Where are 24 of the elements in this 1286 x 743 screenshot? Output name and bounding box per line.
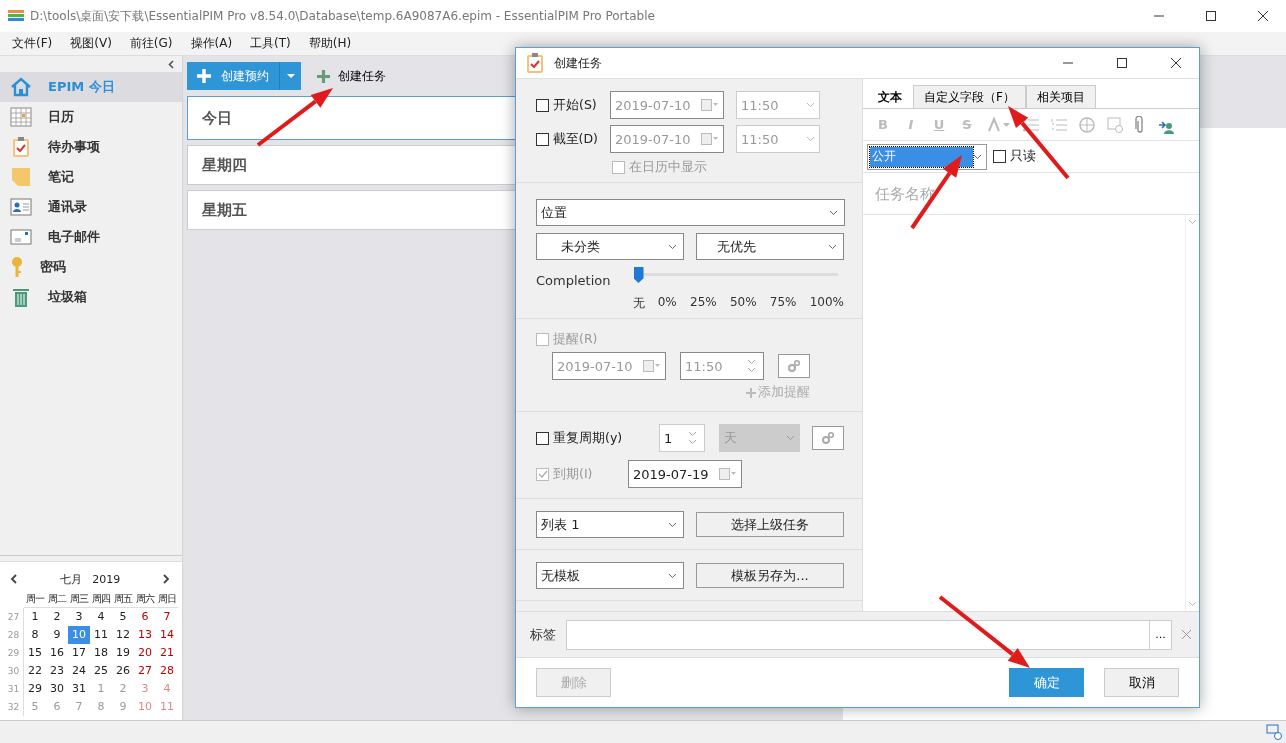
slider-tick-label: 无 <box>632 295 645 312</box>
slider-tick-label: 0% <box>657 295 677 311</box>
week-number: 32 <box>4 698 24 716</box>
weekday-label: 周日 <box>156 590 178 608</box>
slider-tick-label: 50% <box>729 295 757 311</box>
weekday-label: 周六 <box>134 590 156 608</box>
weekday-label: 周二 <box>46 590 68 608</box>
completion-label: Completion <box>536 273 612 288</box>
week-number: 30 <box>4 662 24 680</box>
week-number: 28 <box>4 626 24 644</box>
weekday-label: 周五 <box>112 590 134 608</box>
week-number: 31 <box>4 680 24 698</box>
weekday-label: 周四 <box>90 590 112 608</box>
week-number: 29 <box>4 644 24 662</box>
weekday-label: 周一 <box>24 590 46 608</box>
dialog-title: 创建任务 <box>554 54 603 72</box>
tags-label: 标签 <box>530 625 556 644</box>
calendar-month-title: 七月 2019 <box>59 571 121 587</box>
week-number: 27 <box>4 608 24 626</box>
slider-tick-label: 100% <box>809 295 844 311</box>
weekday-label: 周三 <box>68 590 90 608</box>
slider-tick-label: 75% <box>769 295 797 311</box>
window-title: D:\tools\桌面\安下载\EssentialPIM Pro v8.54.0\Database\temp.6A9087A6.epim - EssentialPIM Pro Portable <box>30 7 656 25</box>
slider-tick-label: 25% <box>690 295 717 311</box>
